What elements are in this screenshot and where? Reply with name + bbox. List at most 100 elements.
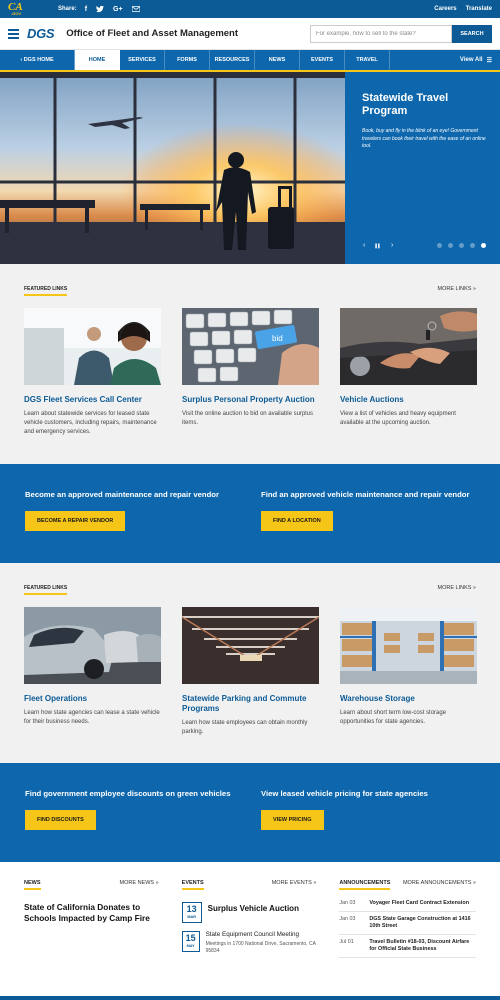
become-repair-vendor-button[interactable]: BECOME A REPAIR VENDOR bbox=[25, 510, 126, 531]
news-headline[interactable]: State of California Donates to Schools I… bbox=[24, 902, 159, 923]
previous-icon[interactable]: ‹ bbox=[363, 242, 365, 249]
card-text: Visit the online auction to bid on avail… bbox=[182, 411, 313, 426]
search-button[interactable]: SEARCH bbox=[452, 24, 492, 43]
event-month: MAY bbox=[186, 944, 195, 948]
carousel-controls: ‹ ▌▌ › bbox=[363, 242, 393, 249]
search-input[interactable] bbox=[310, 24, 452, 43]
google-plus-icon[interactable]: G+ bbox=[113, 6, 123, 13]
next-icon[interactable]: › bbox=[391, 242, 393, 249]
top-bar: CA .GOV Share: f G+ Careers Translate bbox=[0, 0, 500, 18]
carousel-dot[interactable] bbox=[437, 243, 442, 248]
nav-services[interactable]: SERVICES bbox=[120, 50, 165, 70]
announcement-item[interactable]: Jan 03 Voyager Fleet Card Contract Extens… bbox=[339, 896, 476, 912]
card-title[interactable]: Statewide Parking and Commute Programs bbox=[182, 694, 319, 714]
cta-title: Find government employee discounts on gr… bbox=[25, 789, 231, 798]
nav-events[interactable]: EVENTS bbox=[300, 50, 345, 70]
ca-gov-logo[interactable]: CA .GOV bbox=[8, 1, 34, 17]
announcement-title[interactable]: Voyager Fleet Card Contract Extension bbox=[369, 900, 469, 907]
translate-link[interactable]: Translate bbox=[466, 6, 492, 12]
card-surplus-auction[interactable]: bid Surplus Personal Property Auction Vi… bbox=[182, 308, 319, 436]
carousel-dot-active[interactable] bbox=[481, 243, 486, 248]
parked-cars-image bbox=[24, 607, 161, 684]
office-title: Office of Fleet and Asset Management bbox=[66, 28, 239, 39]
card-text: Learn about statewide services for lease… bbox=[24, 411, 157, 435]
more-links-link[interactable]: MORE LINKS » bbox=[437, 286, 476, 292]
carousel-dot[interactable] bbox=[459, 243, 464, 248]
hero-airport-image bbox=[0, 72, 345, 264]
pricing-cta: View leased vehicle pricing for state ag… bbox=[261, 789, 497, 862]
featured-links-section-2: FEATURED LINKS MORE LINKS » Fleet Operat… bbox=[0, 563, 500, 763]
announcement-title[interactable]: DGS State Garage Construction at 1416 10… bbox=[369, 916, 476, 930]
dgs-logo[interactable]: DGS bbox=[27, 26, 55, 41]
keyboard-bid-image: bid bbox=[182, 308, 319, 385]
facebook-icon[interactable]: f bbox=[85, 6, 87, 13]
event-title[interactable]: Surplus Vehicle Auction bbox=[208, 902, 299, 923]
card-title[interactable]: Fleet Operations bbox=[24, 694, 161, 704]
announcements-column: ANNOUNCEMENTS MORE ANNOUNCEMENTS » Jan 0… bbox=[339, 880, 476, 1000]
event-item[interactable]: 15 MAY State Equipment Council Meeting Me… bbox=[181, 931, 317, 955]
announcements-label: ANNOUNCEMENTS bbox=[339, 880, 391, 890]
card-text: Learn how state agencies can lease a sta… bbox=[24, 710, 160, 725]
card-text: Learn about short term low-cost storage … bbox=[340, 710, 447, 725]
card-title[interactable]: Warehouse Storage bbox=[340, 694, 477, 704]
carousel-dot[interactable] bbox=[448, 243, 453, 248]
card-vehicle-auctions[interactable]: Vehicle Auctions View a list of vehicles… bbox=[340, 308, 477, 436]
find-vendor-cta: Find an approved vehicle maintenance and… bbox=[261, 490, 497, 563]
nav-news[interactable]: NEWS bbox=[255, 50, 300, 70]
card-title[interactable]: DGS Fleet Services Call Center bbox=[24, 395, 161, 405]
event-day: 13 bbox=[186, 904, 197, 914]
nav-dgs-home[interactable]: ‹ DGS HOME bbox=[0, 50, 75, 70]
hamburger-menu-icon[interactable] bbox=[8, 28, 19, 39]
hero-carousel: Statewide Travel Program Book, buy and f… bbox=[0, 72, 500, 264]
hero-panel: Statewide Travel Program Book, buy and f… bbox=[345, 72, 500, 264]
parking-garage-image bbox=[182, 607, 319, 684]
find-location-button[interactable]: FIND A LOCATION bbox=[261, 510, 333, 531]
card-title[interactable]: Surplus Personal Property Auction bbox=[182, 395, 319, 405]
event-title[interactable]: State Equipment Council Meeting bbox=[206, 931, 317, 939]
carousel-dot[interactable] bbox=[470, 243, 475, 248]
announcement-item[interactable]: Jan 03 DGS State Garage Construction at 1… bbox=[339, 912, 476, 935]
card-call-center[interactable]: DGS Fleet Services Call Center Learn abo… bbox=[24, 308, 161, 436]
pause-icon[interactable]: ▌▌ bbox=[375, 243, 381, 248]
card-title[interactable]: Vehicle Auctions bbox=[340, 395, 477, 405]
pricing-cta-band: Find government employee discounts on gr… bbox=[0, 763, 500, 862]
more-events-link[interactable]: MORE EVENTS » bbox=[272, 880, 317, 890]
email-icon[interactable] bbox=[131, 5, 140, 13]
carousel-dots bbox=[437, 243, 486, 248]
find-discounts-button[interactable]: FIND DISCOUNTS bbox=[25, 809, 96, 830]
event-month: MAR bbox=[187, 915, 196, 919]
card-warehouse-storage[interactable]: Warehouse Storage Learn about short term… bbox=[340, 607, 477, 737]
search-box: SEARCH bbox=[310, 24, 492, 43]
featured-links-label: FEATURED LINKS bbox=[24, 286, 68, 296]
vendor-cta-band: Become an approved maintenance and repai… bbox=[0, 464, 500, 563]
discounts-cta: Find government employee discounts on gr… bbox=[25, 789, 261, 862]
grid-menu-icon: ☰ bbox=[486, 57, 492, 64]
share-label: Share: bbox=[58, 6, 77, 12]
more-news-link[interactable]: MORE NEWS » bbox=[120, 880, 159, 890]
main-nav: ‹ DGS HOME HOME SERVICES FORMS RESOURCES… bbox=[0, 50, 500, 72]
nav-resources[interactable]: RESOURCES bbox=[210, 50, 255, 70]
hero-text: Book, buy and fly in the blink of an eye… bbox=[362, 128, 486, 149]
nav-home[interactable]: HOME bbox=[75, 50, 120, 70]
nav-dgs-home-label: DGS HOME bbox=[23, 57, 54, 63]
more-announcements-link[interactable]: MORE ANNOUNCEMENTS » bbox=[403, 880, 476, 890]
news-label: NEWS bbox=[24, 880, 41, 890]
nav-travel[interactable]: TRAVEL bbox=[345, 50, 390, 70]
hero-title: Statewide Travel Program bbox=[362, 92, 449, 117]
twitter-icon[interactable] bbox=[96, 5, 105, 13]
careers-link[interactable]: Careers bbox=[434, 6, 456, 12]
view-pricing-button[interactable]: VIEW PRICING bbox=[261, 809, 324, 830]
repair-vendor-cta: Become an approved maintenance and repai… bbox=[25, 490, 261, 563]
event-item[interactable]: 13 MAR Surplus Vehicle Auction bbox=[181, 902, 317, 923]
announcement-item[interactable]: Jul 01 Travel Bulletin #18-03, Discount A… bbox=[339, 935, 476, 958]
announcement-title[interactable]: Travel Bulletin #18-03, Discount Airfare… bbox=[369, 939, 476, 953]
handshake-keys-image bbox=[340, 308, 477, 385]
nav-forms[interactable]: FORMS bbox=[165, 50, 210, 70]
card-parking-commute[interactable]: Statewide Parking and Commute Programs L… bbox=[182, 607, 319, 737]
news-events-announcements: NEWS MORE NEWS » State of California Don… bbox=[0, 862, 500, 1000]
more-links-link[interactable]: MORE LINKS » bbox=[437, 585, 476, 591]
view-all-button[interactable]: View All ☰ bbox=[460, 50, 500, 70]
card-fleet-operations[interactable]: Fleet Operations Learn how state agencie… bbox=[24, 607, 161, 737]
news-column: NEWS MORE NEWS » State of California Don… bbox=[24, 880, 159, 1000]
cta-title: Find an approved vehicle maintenance and… bbox=[261, 490, 470, 499]
